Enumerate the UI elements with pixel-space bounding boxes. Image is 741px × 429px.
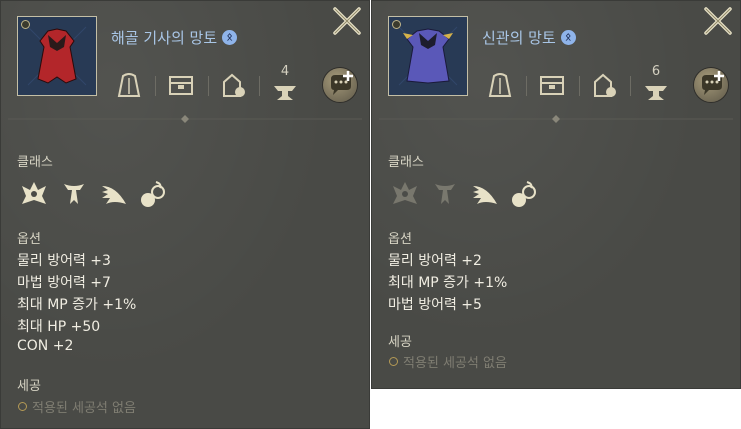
darkelf-class-icon — [141, 181, 165, 207]
knight-class-icon — [22, 182, 46, 204]
close-icon — [704, 7, 732, 35]
weight-icon[interactable] — [485, 70, 515, 100]
option-line: 최대 HP +50 — [17, 319, 101, 335]
socket-slot-icon — [18, 402, 27, 411]
item-title: 신관의 망토 ᛟ — [482, 27, 576, 48]
option-line: 마법 방어력 +5 — [388, 297, 482, 313]
option-line: 최대 MP 증가 +1% — [388, 275, 508, 291]
close-button[interactable] — [332, 6, 362, 36]
anvil-icon[interactable] — [270, 74, 300, 104]
chat-add-button[interactable] — [323, 68, 357, 102]
socket-status: 적용된 세공석 없음 — [18, 397, 136, 416]
class-section-label: 클래스 — [388, 155, 424, 170]
bag-icon[interactable] — [218, 70, 248, 100]
socket-empty-text: 적용된 세공석 없음 — [32, 401, 136, 416]
socket-empty-text: 적용된 세공석 없음 — [403, 356, 507, 371]
option-line: CON +2 — [17, 338, 74, 354]
option-line: 최대 MP 증가 +1% — [17, 297, 137, 313]
knight-class-icon — [393, 182, 417, 204]
bag-icon[interactable] — [589, 70, 619, 100]
option-line: 마법 방어력 +7 — [17, 275, 111, 291]
section-divider — [8, 115, 362, 123]
class-section-label: 클래스 — [17, 155, 53, 170]
options-section-label: 옵션 — [17, 232, 41, 247]
anvil-icon[interactable] — [641, 74, 671, 104]
socket-slot-icon — [389, 357, 398, 366]
close-icon — [333, 7, 361, 35]
chest-icon[interactable] — [537, 70, 567, 100]
rune-icon: ᛟ — [560, 30, 576, 45]
item-title: 해골 기사의 망토 ᛟ — [111, 27, 238, 48]
chat-add-icon — [331, 71, 353, 95]
item-name: 해골 기사의 망토 — [111, 29, 218, 47]
item-portrait — [17, 16, 97, 96]
section-divider — [379, 115, 733, 123]
item-name: 신관의 망토 — [482, 29, 556, 47]
chest-icon[interactable] — [166, 70, 196, 100]
darkelf-class-icon — [512, 181, 536, 207]
chat-add-icon — [702, 71, 724, 95]
cloak-icon — [18, 17, 96, 95]
weight-icon[interactable] — [114, 70, 144, 100]
option-line: 물리 방어력 +3 — [17, 253, 111, 269]
cloak-icon — [389, 17, 467, 95]
close-button[interactable] — [703, 6, 733, 36]
wizard-class-icon — [102, 186, 126, 204]
elf-class-icon — [435, 184, 455, 204]
item-tooltip-right: 신관의 망토 ᛟ 6 클래스 옵션 물리 방어력 +2 최대 MP 증가 +1%… — [371, 0, 741, 389]
options-section-label: 옵션 — [388, 232, 412, 247]
item-tooltip-left: 해골 기사의 망토 ᛟ 4 클래스 옵션 물리 방어력 +3 마법 방어력 +7… — [0, 0, 370, 429]
socket-section-label: 세공 — [388, 335, 412, 350]
socket-status: 적용된 세공석 없음 — [389, 352, 507, 371]
option-line: 물리 방어력 +2 — [388, 253, 482, 269]
socket-section-label: 세공 — [17, 379, 41, 394]
rune-icon: ᛟ — [222, 30, 238, 45]
grade-indicator — [21, 20, 30, 29]
item-portrait — [388, 16, 468, 96]
wizard-class-icon — [473, 186, 497, 204]
elf-class-icon — [64, 184, 84, 204]
grade-indicator — [392, 20, 401, 29]
chat-add-button[interactable] — [694, 68, 728, 102]
